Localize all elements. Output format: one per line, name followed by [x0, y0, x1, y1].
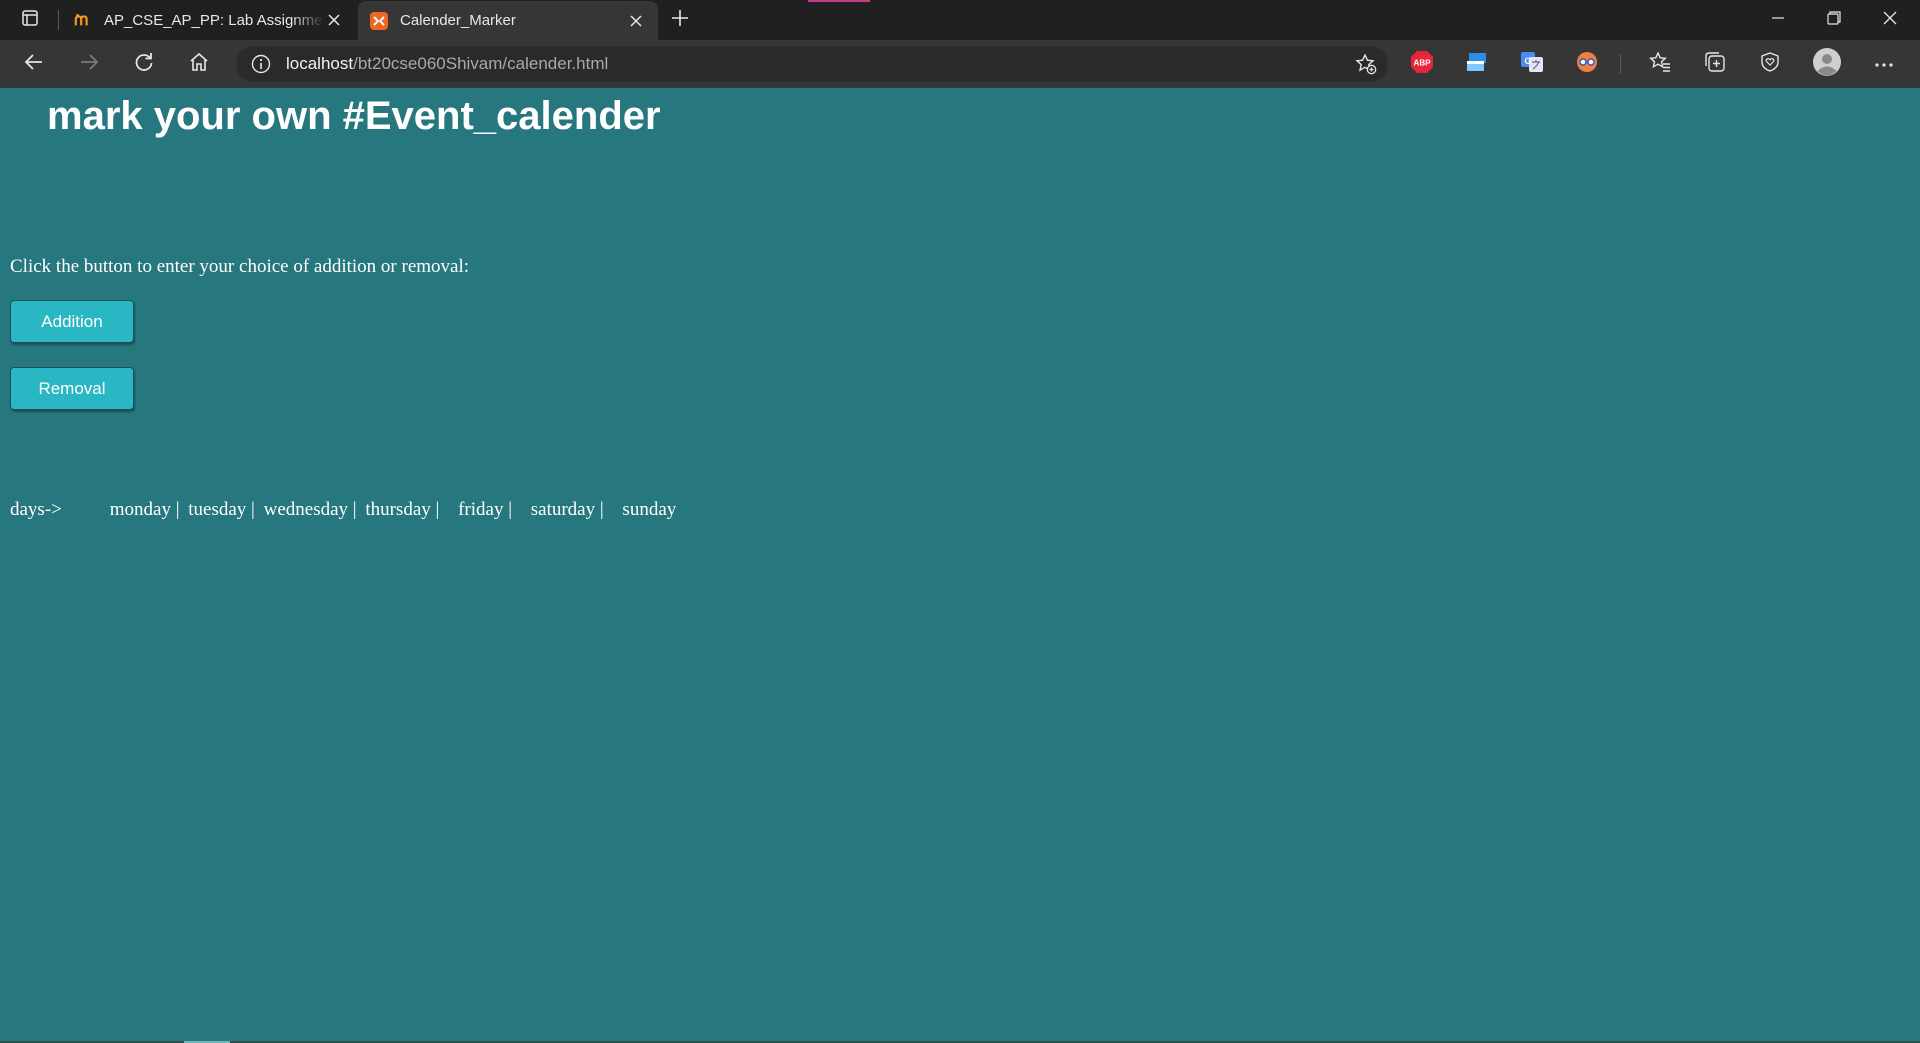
url-host: localhost: [286, 54, 354, 73]
adblock-extension-button[interactable]: ABP: [1404, 46, 1440, 82]
refresh-icon: [134, 52, 154, 77]
tab-actions-icon: [21, 9, 39, 32]
forward-button[interactable]: [71, 46, 107, 82]
address-bar[interactable]: localhost/bt20cse060Shivam/calender.html: [236, 46, 1388, 82]
url-path: /bt20cse060Shivam/calender.html: [353, 54, 609, 73]
tab-calender-marker[interactable]: Calender_Marker: [358, 1, 658, 40]
svg-text:G: G: [1524, 56, 1531, 66]
favorites-icon: [1649, 50, 1671, 78]
back-button[interactable]: [16, 46, 52, 82]
info-icon[interactable]: [250, 53, 272, 75]
day-thursday: thursday |: [365, 499, 440, 520]
minimize-button[interactable]: [1750, 0, 1806, 40]
tab-actions-button[interactable]: [12, 8, 48, 32]
close-icon[interactable]: [626, 11, 646, 31]
xampp-icon: [370, 11, 388, 30]
favorites-button[interactable]: [1642, 46, 1678, 82]
add-favorite-icon[interactable]: [1350, 48, 1382, 80]
plus-icon: [671, 9, 689, 32]
close-icon[interactable]: [324, 10, 344, 30]
tab-separator: [58, 10, 59, 30]
home-button[interactable]: [181, 46, 217, 82]
tab-title: AP_CSE_AP_PP: Lab Assignment: [104, 11, 324, 29]
window-extension-icon: [1465, 50, 1489, 79]
instruction-text: Click the button to enter your choice of…: [10, 256, 470, 277]
avatar: [1813, 47, 1841, 81]
days-label: days->: [10, 499, 62, 520]
collections-icon: [1704, 51, 1726, 78]
home-icon: [189, 52, 209, 77]
day-wednesday: wednesday |: [263, 499, 357, 520]
browser-essentials-button[interactable]: [1752, 46, 1788, 82]
profile-button[interactable]: [1809, 46, 1845, 82]
tab-bar-accent: [808, 0, 870, 2]
refresh-button[interactable]: [126, 46, 162, 82]
more-dots-icon: [1874, 55, 1894, 73]
new-tab-button[interactable]: [664, 6, 696, 34]
day-sunday: sunday: [622, 499, 677, 520]
arrow-left-icon: [24, 52, 44, 77]
glasses-extension-icon: [1575, 50, 1599, 79]
translate-extension-button[interactable]: G: [1514, 46, 1550, 82]
google-translate-icon: G: [1520, 50, 1544, 79]
day-saturday: saturday |: [530, 499, 604, 520]
adblock-icon: ABP: [1410, 50, 1434, 79]
tab-bar: AP_CSE_AP_PP: Lab Assignment Calender_Ma…: [0, 0, 1920, 40]
reader-extension-button[interactable]: [1569, 46, 1605, 82]
tab-lab-assignment[interactable]: AP_CSE_AP_PP: Lab Assignment: [62, 0, 356, 40]
day-monday: monday |: [109, 499, 180, 520]
arrow-right-icon: [79, 52, 99, 77]
svg-text:ABP: ABP: [1414, 58, 1432, 67]
days-row: days-> monday | tuesday | wednesday | th…: [10, 499, 676, 521]
shield-heart-icon: [1759, 51, 1781, 78]
moodle-icon: [74, 11, 92, 29]
browser-toolbar: localhost/bt20cse060Shivam/calender.html…: [0, 40, 1920, 88]
page-title: mark your own #Event_calender: [47, 94, 661, 138]
day-friday: friday |: [458, 499, 512, 520]
restore-icon: [1827, 10, 1841, 30]
window-close-button[interactable]: [1862, 0, 1918, 40]
settings-menu-button[interactable]: [1866, 46, 1902, 82]
removal-button[interactable]: Removal: [10, 367, 134, 410]
collections-button[interactable]: [1697, 46, 1733, 82]
minimize-icon: [1772, 11, 1784, 29]
addition-button[interactable]: Addition: [10, 300, 134, 343]
toolbar-separator: [1620, 54, 1621, 74]
restore-button[interactable]: [1806, 0, 1862, 40]
window-extension-button[interactable]: [1459, 46, 1495, 82]
tab-title: Calender_Marker: [400, 12, 516, 29]
close-icon: [1883, 11, 1897, 30]
day-tuesday: tuesday |: [188, 499, 255, 520]
